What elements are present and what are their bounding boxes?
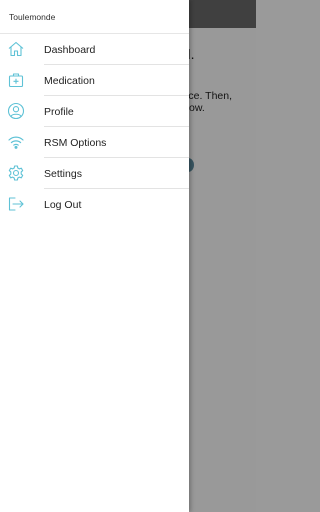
drawer-menu: Dashboard Medication Profile RSM Options… <box>0 34 189 220</box>
menu-item-label: RSM Options <box>44 137 107 149</box>
drawer-title: Toulemonde <box>9 12 56 22</box>
menu-item-dashboard[interactable]: Dashboard <box>0 34 189 65</box>
user-profile-icon <box>7 102 25 120</box>
medical-kit-icon <box>7 71 25 89</box>
menu-item-medication[interactable]: Medication <box>0 65 189 96</box>
menu-item-label: Log Out <box>44 199 82 211</box>
wifi-icon <box>7 133 25 151</box>
drawer-header: Toulemonde <box>0 0 189 34</box>
menu-item-log-out[interactable]: Log Out <box>0 189 189 220</box>
menu-item-label: Dashboard <box>44 44 96 56</box>
home-icon <box>7 40 25 58</box>
menu-item-settings[interactable]: Settings <box>0 158 189 189</box>
menu-item-label: Profile <box>44 106 74 118</box>
logout-icon <box>7 195 25 213</box>
menu-item-label: Settings <box>44 168 82 180</box>
gear-icon <box>7 164 25 182</box>
menu-item-rsm-options[interactable]: RSM Options <box>0 127 189 158</box>
navigation-drawer: Toulemonde Dashboard Medication Profile … <box>0 0 189 512</box>
menu-item-label: Medication <box>44 75 95 87</box>
menu-item-profile[interactable]: Profile <box>0 96 189 127</box>
